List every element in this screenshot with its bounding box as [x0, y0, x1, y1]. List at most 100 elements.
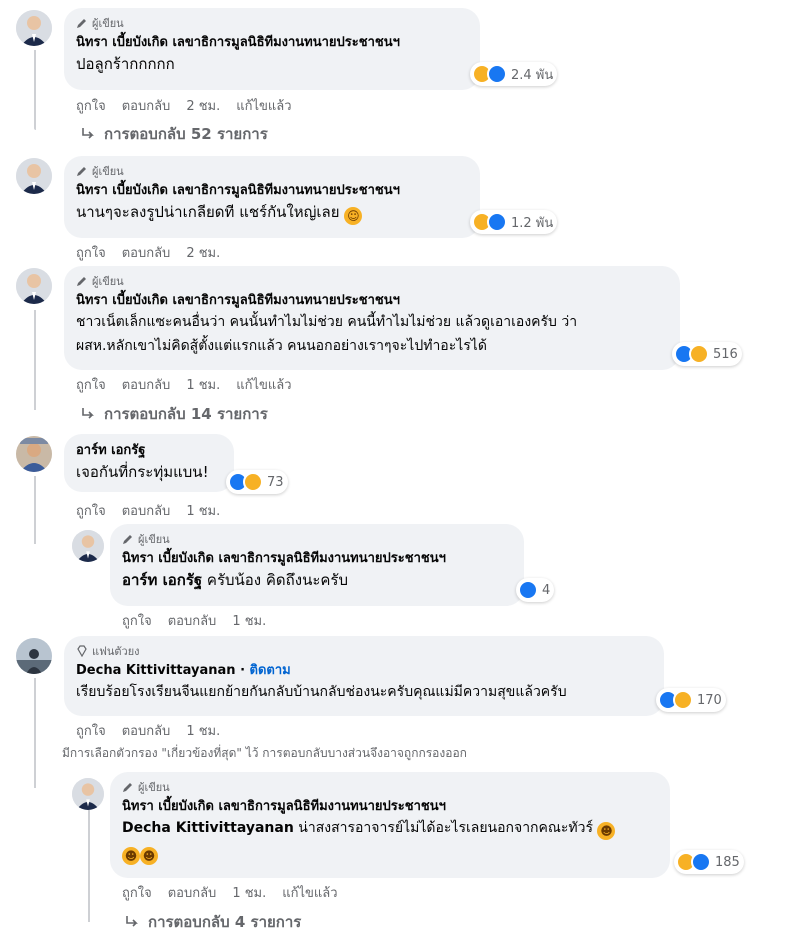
thread-line: [34, 678, 36, 788]
reaction-count: 170: [697, 692, 722, 708]
reply-button[interactable]: ตอบกลับ: [122, 95, 171, 116]
haha-icon: [673, 690, 693, 710]
reaction-summary[interactable]: 4: [516, 578, 555, 602]
comment-author[interactable]: นิทรา เบี้ยบังเกิด เลขาธิการมูลนิธิทีมงา…: [76, 292, 668, 310]
avatar[interactable]: [16, 268, 52, 304]
follow-button[interactable]: ติดตาม: [250, 663, 291, 678]
comment-bubble: แฟนตัวยง Decha Kittivittayanan · ติดตาม …: [64, 636, 664, 716]
comment-actions: ถูกใจ ตอบกลับ 1 ชม.: [76, 500, 220, 521]
comment-author[interactable]: นิทรา เบี้ยบังเกิด เลขาธิการมูลนิธิทีมงา…: [122, 798, 658, 816]
reply-button[interactable]: ตอบกลับ: [168, 610, 217, 631]
reaction-count: 4: [542, 582, 551, 598]
like-button[interactable]: ถูกใจ: [76, 500, 106, 521]
comment-text-emojis: ☻ ☻: [122, 840, 658, 865]
comment-author[interactable]: นิทรา เบี้ยบังเกิด เลขาธิการมูลนิธิทีมงา…: [122, 550, 512, 568]
author-badge: ผู้เขียน: [76, 274, 668, 288]
like-icon: [487, 212, 507, 232]
reaction-count: 185: [715, 854, 740, 870]
rofl-emoji-icon: ☻: [122, 847, 140, 865]
mention-link[interactable]: Decha Kittivittayanan: [122, 820, 294, 836]
avatar[interactable]: [72, 530, 104, 562]
pencil-icon: [77, 167, 86, 176]
reaction-count: 2.4 พัน: [511, 67, 554, 83]
reply-button[interactable]: ตอบกลับ: [122, 500, 171, 521]
comment-bubble: อาร์ท เอกรัฐ เจอกันที่กระทุ่มแบน!: [64, 434, 234, 492]
reply-button[interactable]: ตอบกลับ: [168, 882, 217, 903]
author-badge: ผู้เขียน: [76, 16, 468, 30]
author-badge: แฟนตัวยง: [76, 644, 652, 658]
author-badge: ผู้เขียน: [122, 532, 512, 546]
comment-text-line: ชาวเน็ตเล็กแซะคนอื่นว่า คนนั้นทำไมไม่ช่ว…: [76, 314, 578, 330]
edited-label: แก้ไขแล้ว: [282, 886, 338, 901]
like-button[interactable]: ถูกใจ: [76, 242, 106, 263]
avatar[interactable]: [16, 638, 52, 674]
timestamp[interactable]: 1 ชม.: [186, 500, 220, 521]
author-name[interactable]: Decha Kittivittayanan: [76, 663, 236, 678]
reaction-summary[interactable]: 516: [672, 342, 742, 366]
reaction-summary[interactable]: 170: [656, 688, 726, 712]
comment-actions: ถูกใจ ตอบกลับ 1 ชม.: [76, 720, 220, 741]
avatar[interactable]: [16, 436, 52, 472]
like-button[interactable]: ถูกใจ: [122, 882, 152, 903]
comment-bubble: ผู้เขียน นิทรา เบี้ยบังเกิด เลขาธิการมูล…: [110, 524, 524, 606]
reply-button[interactable]: ตอบกลับ: [122, 720, 171, 741]
rofl-emoji-icon: ☻: [140, 847, 158, 865]
pencil-icon: [77, 19, 86, 28]
thread-line: [34, 50, 36, 130]
like-button[interactable]: ถูกใจ: [76, 374, 106, 395]
comment-bubble: ผู้เขียน นิทรา เบี้ยบังเกิด เลขาธิการมูล…: [64, 8, 480, 90]
timestamp[interactable]: 2 ชม.: [186, 242, 220, 263]
view-replies-link[interactable]: การตอบกลับ 4 รายการ: [124, 910, 301, 934]
comment-text: ปอลูกร้ากกกกก: [76, 55, 175, 73]
timestamp[interactable]: 1 ชม.: [232, 882, 266, 903]
comment-bubble: ผู้เขียน นิทรา เบี้ยบังเกิด เลขาธิการมูล…: [64, 266, 680, 370]
comment-author[interactable]: นิทรา เบี้ยบังเกิด เลขาธิการมูลนิธิทีมงา…: [76, 34, 468, 52]
avatar[interactable]: [16, 10, 52, 46]
timestamp[interactable]: 1 ชม.: [186, 374, 220, 395]
edited-label: แก้ไขแล้ว: [236, 378, 292, 393]
haha-icon: [243, 472, 263, 492]
reply-arrow-icon: [126, 916, 138, 927]
author-badge: ผู้เขียน: [76, 164, 468, 178]
avatar[interactable]: [16, 158, 52, 194]
view-replies-link[interactable]: การตอบกลับ 14 รายการ: [80, 402, 268, 426]
avatar[interactable]: [72, 778, 104, 810]
view-replies-link[interactable]: การตอบกลับ 52 รายการ: [80, 122, 268, 146]
author-badge: ผู้เขียน: [122, 780, 658, 794]
thread-line: [88, 810, 90, 922]
filter-notice: มีการเลือกตัวกรอง "เกี่ยวข้องที่สุด" ไว้…: [62, 746, 467, 760]
reply-arrow-icon: [82, 128, 94, 139]
like-icon: [691, 852, 711, 872]
reaction-summary[interactable]: 2.4 พัน: [470, 62, 558, 86]
comment-author[interactable]: นิทรา เบี้ยบังเกิด เลขาธิการมูลนิธิทีมงา…: [76, 182, 468, 200]
reaction-count: 1.2 พัน: [511, 215, 554, 231]
mention-link[interactable]: อาร์ท เอกรัฐ: [122, 571, 202, 589]
reply-arrow-icon: [82, 408, 94, 419]
haha-icon: [689, 344, 709, 364]
reply-button[interactable]: ตอบกลับ: [122, 242, 171, 263]
reaction-summary[interactable]: 1.2 พัน: [470, 210, 558, 234]
comment-actions: ถูกใจ ตอบกลับ 1 ชม.: [122, 610, 266, 631]
timestamp[interactable]: 1 ชม.: [232, 610, 266, 631]
comment-text: Decha Kittivittayanan น่าสงสารอาจารย์ไม่…: [122, 816, 658, 840]
like-button[interactable]: ถูกใจ: [122, 610, 152, 631]
reaction-summary[interactable]: 73: [226, 470, 288, 494]
comment-bubble: ผู้เขียน นิทรา เบี้ยบังเกิด เลขาธิการมูล…: [64, 156, 480, 238]
comment-text: เจอกันที่กระทุ่มแบน!: [76, 463, 209, 481]
pencil-icon: [77, 277, 86, 286]
pencil-icon: [123, 783, 132, 792]
timestamp[interactable]: 2 ชม.: [186, 95, 220, 116]
like-icon: [487, 64, 507, 84]
rofl-emoji-icon: ☻: [597, 822, 616, 840]
timestamp[interactable]: 1 ชม.: [186, 720, 220, 741]
reaction-count: 516: [713, 346, 738, 362]
reply-button[interactable]: ตอบกลับ: [122, 374, 171, 395]
comment-text: อาร์ท เอกรัฐ ครับน้อง คิดถึงนะครับ: [122, 571, 348, 589]
like-icon: [518, 580, 538, 600]
like-button[interactable]: ถูกใจ: [76, 95, 106, 116]
comment-author[interactable]: อาร์ท เอกรัฐ: [76, 442, 222, 460]
like-button[interactable]: ถูกใจ: [76, 720, 106, 741]
edited-label: แก้ไขแล้ว: [236, 99, 292, 114]
reaction-summary[interactable]: 185: [674, 850, 744, 874]
comment-bubble: ผู้เขียน นิทรา เบี้ยบังเกิด เลขาธิการมูล…: [110, 772, 670, 878]
